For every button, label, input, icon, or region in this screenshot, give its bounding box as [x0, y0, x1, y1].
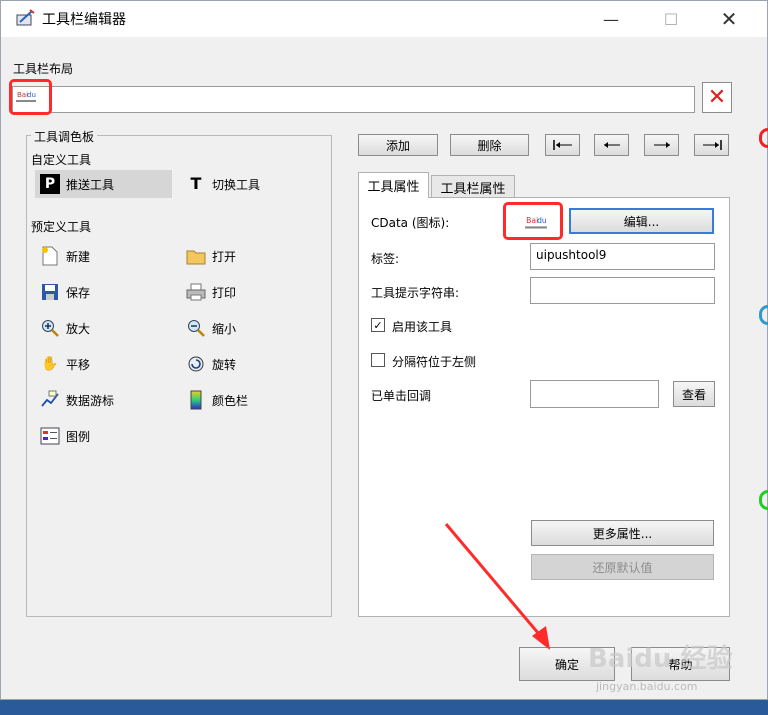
tag-input[interactable]: uipushtool9	[530, 243, 715, 270]
zoom-out-icon	[186, 318, 206, 338]
move-last-icon	[701, 140, 723, 150]
watermark: Baidu 经验	[588, 644, 733, 674]
taskbar-strip	[0, 700, 768, 715]
toolbar-layout-label: 工具栏布局	[13, 62, 74, 76]
arrow-left-icon	[601, 140, 623, 150]
tooltip-label: 工具提示字符串:	[371, 286, 460, 300]
tool-data-cursor[interactable]: 数据游标	[40, 390, 114, 410]
move-first-icon	[552, 140, 574, 150]
toolbar-tool-icon[interactable]: Bai du	[15, 87, 37, 105]
save-icon	[40, 282, 60, 302]
app-icon	[16, 9, 36, 27]
zoom-in-icon	[40, 318, 60, 338]
arrow-right-icon	[651, 140, 673, 150]
tool-open[interactable]: 打开	[186, 246, 236, 266]
pan-hand-icon: ✋	[41, 356, 59, 372]
restore-defaults-button: 还原默认值	[531, 554, 714, 580]
background-fragment	[759, 128, 768, 148]
red-x-icon: ✕	[707, 85, 727, 110]
custom-tools-title: 自定义工具	[31, 153, 92, 167]
palette-title: 工具调色板	[31, 128, 98, 145]
add-button[interactable]: 添加	[358, 134, 438, 156]
minimize-button[interactable]: —	[588, 1, 634, 37]
edit-icon-button[interactable]: 编辑...	[569, 208, 714, 234]
tool-print[interactable]: 打印	[186, 282, 236, 302]
maximize-button[interactable]: ☐	[648, 1, 694, 37]
custom-tool-push[interactable]: P 推送工具	[35, 170, 172, 198]
separator-label: 分隔符位于左侧	[392, 355, 477, 369]
tool-label: 切换工具	[212, 177, 261, 192]
tool-label: 推送工具	[66, 177, 115, 192]
colorbar-icon	[186, 390, 206, 410]
tool-label: 旋转	[212, 357, 237, 372]
tool-zoom-in[interactable]: 放大	[40, 318, 90, 338]
tooltip-input[interactable]	[530, 277, 715, 304]
enable-checkbox[interactable]: ✓	[371, 318, 385, 332]
checkmark-icon: ✓	[373, 318, 383, 332]
maximize-icon: ☐	[663, 9, 679, 29]
tool-new[interactable]: 新建	[40, 246, 90, 266]
close-icon: ✕	[720, 7, 738, 31]
open-folder-icon	[186, 246, 206, 266]
close-window-button[interactable]: ✕	[706, 1, 752, 37]
remove-tool-button[interactable]: ✕	[702, 82, 732, 113]
tool-palette-group	[26, 135, 332, 617]
view-callback-button[interactable]: 查看	[673, 381, 715, 407]
window-title: 工具栏编辑器	[42, 12, 126, 28]
predefined-tools-title: 预定义工具	[31, 220, 92, 234]
move-left-button[interactable]	[594, 134, 629, 156]
tool-colorbar[interactable]: 颜色栏	[186, 390, 248, 410]
rotate-icon	[186, 354, 206, 374]
custom-tool-toggle[interactable]: T 切换工具	[186, 170, 306, 198]
new-icon	[40, 246, 60, 266]
data-cursor-icon	[40, 390, 60, 410]
move-last-button[interactable]	[694, 134, 729, 156]
tool-rotate[interactable]: 旋转	[186, 354, 236, 374]
tab-tool-properties[interactable]: 工具属性	[358, 172, 429, 198]
push-tool-icon: P	[40, 174, 60, 194]
more-properties-button[interactable]: 更多属性...	[531, 520, 714, 546]
tool-label: 平移	[66, 357, 91, 372]
tag-label: 标签:	[371, 252, 400, 266]
tool-zoom-out[interactable]: 缩小	[186, 318, 236, 338]
background-fragment	[759, 490, 768, 510]
tool-label: 缩小	[212, 321, 237, 336]
tool-save[interactable]: 保存	[40, 282, 90, 302]
move-right-button[interactable]	[644, 134, 679, 156]
callback-input[interactable]	[530, 380, 659, 408]
tool-label: 打开	[212, 249, 237, 264]
tool-label: 图例	[66, 429, 91, 444]
svg-text:du: du	[27, 91, 36, 99]
delete-button[interactable]: 删除	[450, 134, 529, 156]
watermark-url: jingyan.baidu.com	[596, 680, 698, 693]
tool-pan[interactable]: ✋ 平移	[40, 354, 90, 374]
legend-icon	[40, 426, 60, 446]
move-first-button[interactable]	[545, 134, 580, 156]
background-fragment	[759, 305, 768, 325]
print-icon	[186, 282, 206, 302]
cdata-label: CData (图标):	[371, 216, 450, 230]
callback-label: 已单击回调	[371, 389, 432, 403]
tool-label: 数据游标	[66, 393, 115, 408]
separator-checkbox[interactable]	[371, 353, 385, 367]
tool-label: 打印	[212, 285, 237, 300]
tool-label: 颜色栏	[212, 393, 249, 408]
tool-legend[interactable]: 图例	[40, 426, 90, 446]
tool-label: 保存	[66, 285, 91, 300]
highlight-box	[503, 202, 563, 240]
minimize-icon: —	[603, 9, 619, 29]
toggle-tool-icon: T	[190, 174, 202, 193]
toolbar-layout-strip[interactable]	[12, 86, 695, 113]
tab-toolbar-properties[interactable]: 工具栏属性	[431, 175, 515, 198]
enable-label: 启用该工具	[392, 320, 453, 334]
tool-label: 放大	[66, 321, 91, 336]
tool-label: 新建	[66, 249, 91, 264]
